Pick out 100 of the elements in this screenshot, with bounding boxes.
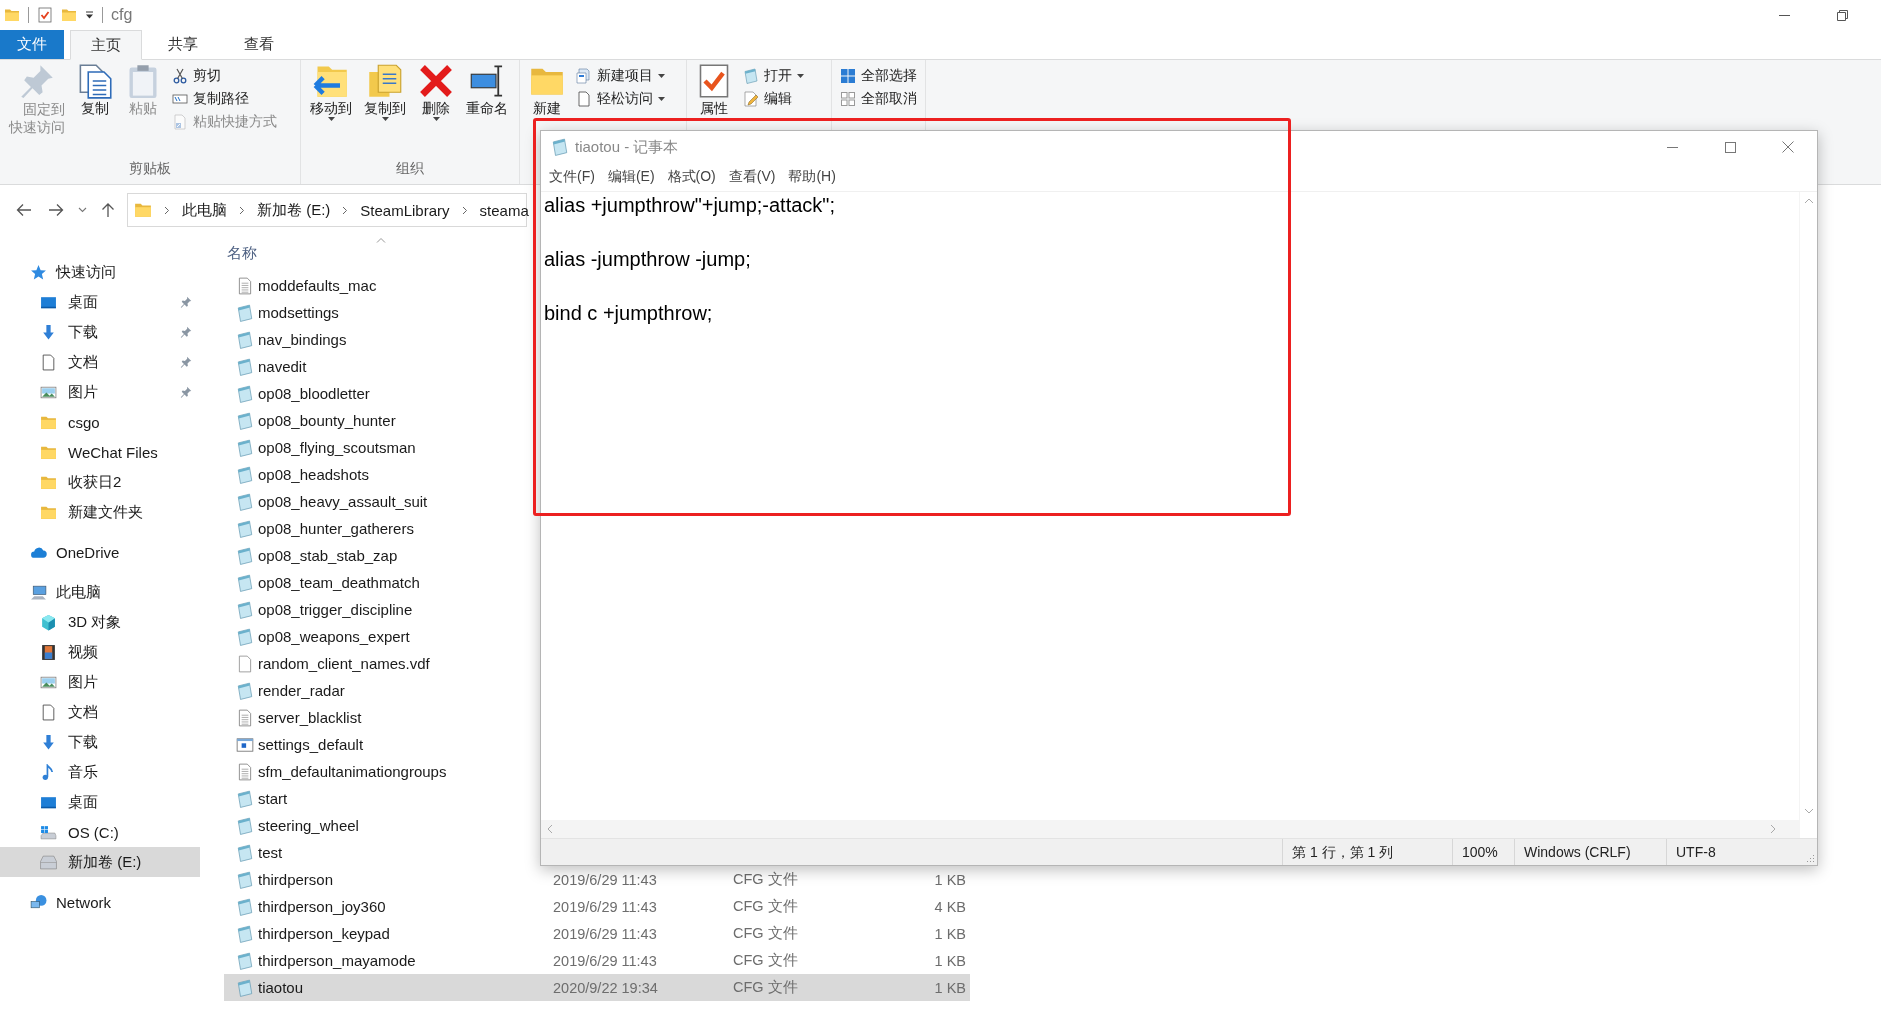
file-row[interactable]: settings_default bbox=[224, 731, 538, 758]
file-row[interactable]: thirdperson_keypad 2019/6/29 11:43 CFG 文件 1 KB bbox=[224, 920, 970, 947]
ribbon-button[interactable]: 剪切 bbox=[168, 65, 281, 87]
file-row[interactable]: thirdperson_mayamode 2019/6/29 11:43 CFG 文件 1 KB bbox=[224, 947, 970, 974]
ribbon-button[interactable]: 复制 bbox=[72, 62, 118, 117]
back-arrow-icon[interactable] bbox=[16, 203, 32, 217]
nav-pane-item[interactable]: 图片 bbox=[0, 667, 204, 697]
ribbon-button[interactable]: 打开 bbox=[739, 65, 808, 87]
address-bar[interactable]: 此电脑 新加卷 (E:) SteamLibrary steama bbox=[127, 193, 527, 227]
ribbon-tab[interactable]: 共享 bbox=[148, 30, 218, 59]
nav-pane-item[interactable]: 下载 bbox=[0, 727, 204, 757]
file-row[interactable]: render_radar bbox=[224, 677, 538, 704]
file-row[interactable]: op08_weapons_expert bbox=[224, 623, 538, 650]
nav-pane-item[interactable]: 3D 对象 bbox=[0, 607, 204, 637]
nav-pane-item[interactable]: 文档 bbox=[0, 697, 204, 727]
file-name: thirdperson_mayamode bbox=[258, 952, 416, 969]
file-row[interactable]: server_blacklist bbox=[224, 704, 538, 731]
breadcrumb-item[interactable]: 此电脑 bbox=[182, 200, 227, 220]
window-title: tiaotou - 记事本 bbox=[575, 137, 679, 157]
file-row[interactable]: nav_bindings bbox=[224, 326, 538, 353]
notepad-file-icon bbox=[236, 897, 254, 916]
file-row[interactable]: moddefaults_mac bbox=[224, 272, 538, 299]
computer-icon bbox=[30, 583, 47, 601]
up-arrow-icon[interactable] bbox=[101, 202, 115, 218]
menu-item[interactable]: 帮助(H) bbox=[782, 166, 842, 188]
nav-pane-item[interactable]: 文档 bbox=[0, 347, 204, 377]
nav-pane-item[interactable]: OneDrive bbox=[0, 537, 204, 567]
vertical-scrollbar[interactable] bbox=[1799, 192, 1817, 820]
ribbon-tab[interactable]: 主页 bbox=[70, 30, 142, 60]
ribbon-button[interactable]: 重命名 bbox=[461, 62, 513, 117]
ribbon-button[interactable]: 全部选择 bbox=[836, 65, 921, 87]
ribbon-button[interactable]: 新建 bbox=[524, 62, 570, 117]
file-row[interactable]: op08_headshots bbox=[224, 461, 538, 488]
file-row[interactable]: navedit bbox=[224, 353, 538, 380]
ribbon-button[interactable]: 全部取消 bbox=[836, 88, 921, 110]
menu-item[interactable]: 格式(O) bbox=[661, 166, 722, 188]
file-row[interactable]: op08_bloodletter bbox=[224, 380, 538, 407]
nav-pane-item[interactable]: 快速访问 bbox=[0, 257, 204, 287]
file-row[interactable]: sfm_defaultanimationgroups bbox=[224, 758, 538, 785]
ribbon-button[interactable]: 编辑 bbox=[739, 88, 808, 110]
nav-pane-item[interactable]: OS (C:) bbox=[0, 817, 204, 847]
nav-pane-item[interactable]: 桌面 bbox=[0, 287, 204, 317]
nav-pane-item[interactable]: 新建文件夹 bbox=[0, 497, 204, 527]
scroll-up-icon[interactable] bbox=[1803, 198, 1814, 204]
menu-item[interactable]: 查看(V) bbox=[722, 166, 782, 188]
notepad-file-icon bbox=[236, 789, 254, 808]
file-row[interactable]: op08_hunter_gatherers bbox=[224, 515, 538, 542]
nav-pane-item[interactable]: 视频 bbox=[0, 637, 204, 667]
file-row[interactable]: thirdperson 2019/6/29 11:43 CFG 文件 1 KB bbox=[224, 866, 970, 893]
ribbon-button[interactable]: 移动到 bbox=[305, 62, 357, 122]
menu-item[interactable]: 文件(F) bbox=[543, 166, 601, 188]
file-name: navedit bbox=[258, 358, 307, 375]
file-row[interactable]: op08_team_deathmatch bbox=[224, 569, 538, 596]
dropdown-icon[interactable] bbox=[85, 11, 94, 19]
nav-pane-item[interactable]: 音乐 bbox=[0, 757, 204, 787]
file-row[interactable]: op08_flying_scoutsman bbox=[224, 434, 538, 461]
notepad-file-icon bbox=[236, 951, 254, 970]
menu-item[interactable]: 编辑(E) bbox=[601, 166, 661, 188]
scroll-right-icon[interactable] bbox=[1770, 824, 1776, 834]
file-row[interactable]: random_client_names.vdf bbox=[224, 650, 538, 677]
breadcrumb-item[interactable]: 新加卷 (E:) bbox=[257, 200, 331, 220]
text-editor[interactable]: alias +jumpthrow"+jump;-attack"; alias -jumpthrow -jump; bind c +jumpthrow; bbox=[541, 192, 1799, 820]
breadcrumb-item[interactable]: steama bbox=[479, 201, 529, 219]
ribbon-button[interactable]: 复制路径 bbox=[168, 88, 281, 110]
nav-pane-item[interactable]: Network bbox=[0, 887, 204, 917]
scroll-down-icon[interactable] bbox=[1803, 808, 1814, 814]
nav-pane-item[interactable]: 此电脑 bbox=[0, 577, 204, 607]
file-row[interactable]: start bbox=[224, 785, 538, 812]
nav-pane-item[interactable]: 收获日2 bbox=[0, 467, 204, 497]
ribbon-button[interactable]: 删除 bbox=[413, 62, 459, 122]
nav-pane-item[interactable]: 新加卷 (E:) bbox=[0, 847, 200, 877]
file-row[interactable]: tiaotou 2020/9/22 19:34 CFG 文件 1 KB bbox=[224, 974, 970, 1001]
ribbon-tab[interactable]: 文件 bbox=[0, 30, 64, 59]
ribbon-button[interactable]: 新建项目 bbox=[572, 65, 669, 87]
nav-pane-item[interactable]: WeChat Files bbox=[0, 437, 204, 467]
horizontal-scrollbar[interactable] bbox=[541, 820, 1800, 838]
resize-grip-icon[interactable] bbox=[1805, 853, 1815, 863]
ribbon-button[interactable]: 复制到 bbox=[359, 62, 411, 122]
file-row[interactable]: op08_trigger_discipline bbox=[224, 596, 538, 623]
ribbon-button[interactable]: 属性 bbox=[691, 62, 737, 117]
file-row[interactable]: op08_stab_stab_zap bbox=[224, 542, 538, 569]
chevron-right-icon bbox=[342, 205, 349, 215]
nav-pane-item[interactable]: 图片 bbox=[0, 377, 204, 407]
chevron-down-icon[interactable] bbox=[78, 207, 87, 213]
file-row[interactable]: test bbox=[224, 839, 538, 866]
nav-pane-item[interactable]: 下载 bbox=[0, 317, 204, 347]
nav-pane-item[interactable]: 桌面 bbox=[0, 787, 204, 817]
file-row[interactable]: thirdperson_joy360 2019/6/29 11:43 CFG 文件 4 KB bbox=[224, 893, 970, 920]
file-row[interactable]: modsettings bbox=[224, 299, 538, 326]
file-row[interactable]: steering_wheel bbox=[224, 812, 538, 839]
column-header[interactable]: 名称 bbox=[224, 244, 257, 263]
ribbon-tab[interactable]: 查看 bbox=[224, 30, 294, 59]
scroll-left-icon[interactable] bbox=[547, 824, 553, 834]
nav-pane-item[interactable]: csgo bbox=[0, 407, 204, 437]
breadcrumb-item[interactable]: SteamLibrary bbox=[360, 201, 450, 219]
file-row[interactable]: op08_heavy_assault_suit bbox=[224, 488, 538, 515]
checkmark-document-icon[interactable] bbox=[37, 7, 53, 23]
file-row[interactable]: op08_bounty_hunter bbox=[224, 407, 538, 434]
ribbon-button[interactable]: 轻松访问 bbox=[572, 88, 669, 110]
forward-arrow-icon[interactable] bbox=[48, 203, 64, 217]
